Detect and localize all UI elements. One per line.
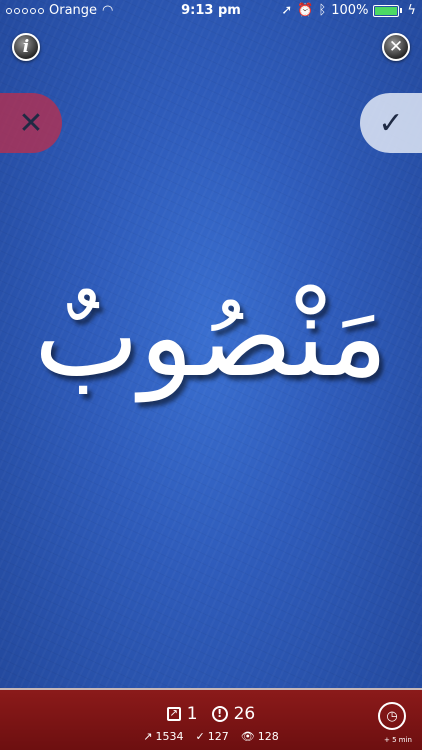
checkmark-icon: ✓ — [378, 105, 404, 141]
correct-count: 127 — [207, 730, 229, 743]
close-icon: ✕ — [388, 37, 404, 57]
battery-percent: 100% — [331, 3, 369, 18]
cross-icon: ✕ — [18, 105, 44, 141]
eye-icon: 👁 — [240, 730, 255, 743]
battery-icon — [373, 4, 400, 17]
trend-icon: ↗ — [143, 730, 153, 743]
charging-icon: ϟ — [407, 3, 416, 18]
alerts-count: 26 — [233, 704, 256, 724]
card-icon: ↗ — [166, 707, 181, 721]
stats-bar: ↗ 1 ! 26 ↗ 1534 ✓ 127 👁 128 ◷ + 5 min — [0, 688, 422, 750]
stats-bottom-row: ↗ 1534 ✓ 127 👁 128 — [0, 730, 422, 743]
status-bar: Orange ◠ 9:13 pm ➚ ⏰ ᛒ 100% ϟ — [0, 0, 422, 22]
trend-count: 1534 — [155, 730, 184, 743]
info-icon: i — [22, 37, 30, 57]
status-right: ➚ ⏰ ᛒ 100% ϟ — [281, 3, 416, 18]
wrong-answer-button[interactable]: ✕ — [0, 93, 62, 153]
location-icon: ➚ — [281, 3, 293, 18]
alarm-icon: ⏰ — [297, 3, 314, 18]
right-answer-button[interactable]: ✓ — [360, 93, 422, 153]
clock-icon: ◷ — [386, 708, 398, 724]
timer-label: + 5 min — [384, 736, 412, 744]
stats-top-row: ↗ 1 ! 26 — [0, 704, 422, 724]
close-button[interactable]: ✕ — [382, 33, 410, 61]
cards-stat: ↗ 1 — [166, 704, 198, 724]
seen-count: 128 — [257, 730, 279, 743]
info-button[interactable]: i — [12, 33, 40, 61]
trend-stat: ↗ 1534 — [143, 730, 183, 743]
alert-icon: ! — [211, 706, 228, 722]
flashcard-word: مَنْصُوبٌ — [33, 272, 389, 402]
alerts-stat: ! 26 — [211, 704, 256, 724]
battery-tip — [400, 8, 403, 13]
correct-stat: ✓ 127 — [196, 730, 229, 743]
timer-button[interactable]: ◷ — [378, 702, 406, 730]
seen-stat: 👁 128 — [241, 730, 279, 743]
cards-count: 1 — [186, 704, 198, 724]
check-icon: ✓ — [195, 730, 205, 743]
bluetooth-icon: ᛒ — [318, 3, 327, 18]
